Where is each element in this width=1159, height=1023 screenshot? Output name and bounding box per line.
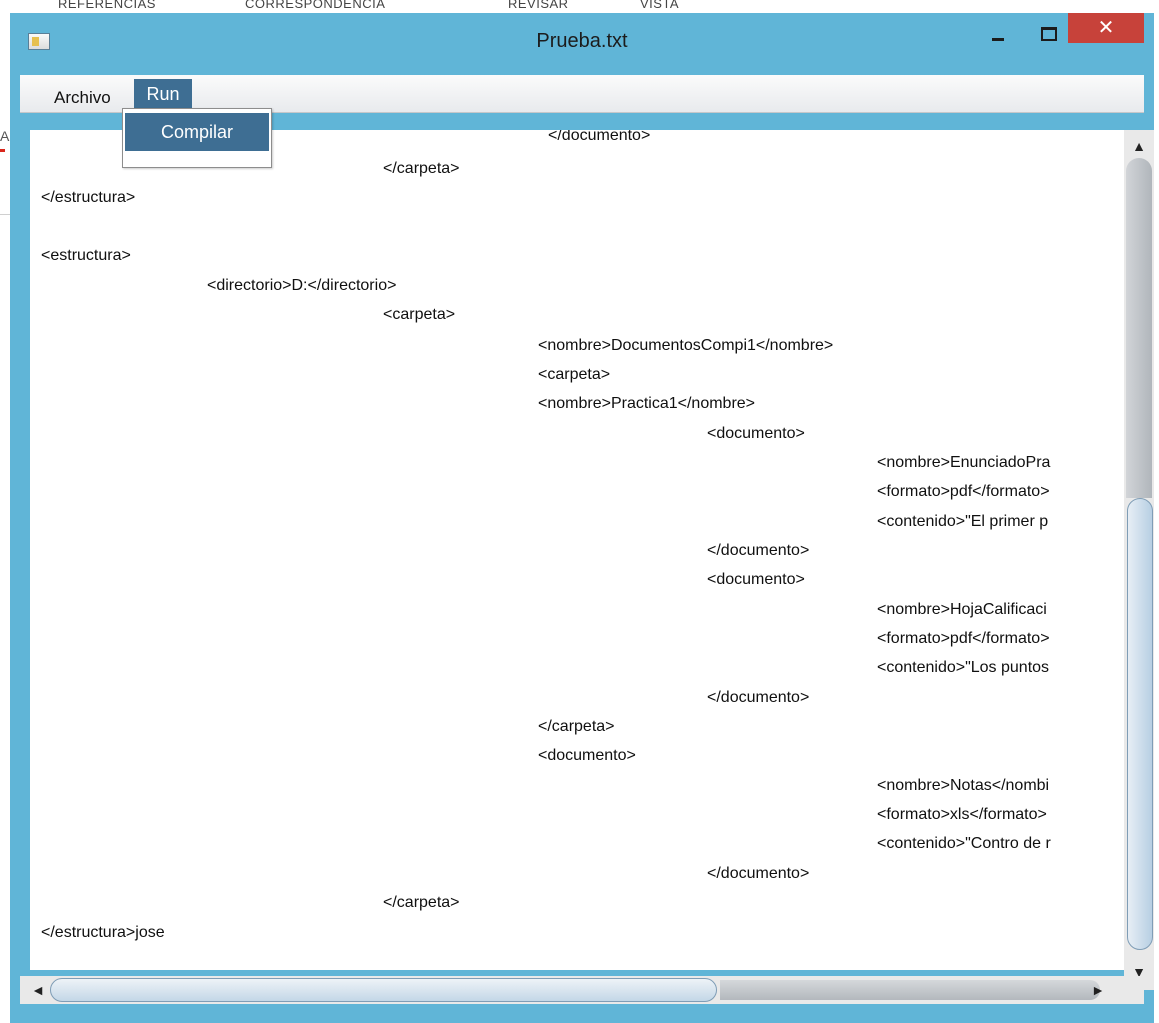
background-divider [0,214,10,215]
editor-line: <nombre>Notas</nombi [877,777,1050,794]
background-tab-revisar: REVISAR [508,0,569,11]
vertical-scroll-thumb[interactable] [1127,498,1153,950]
close-icon: ✕ [1097,17,1115,39]
text-editor-area[interactable]: </documento> </carpeta> </estructura> <e… [30,130,1132,970]
maximize-button[interactable] [1028,15,1066,43]
editor-line: <nombre>HojaCalificaci [877,601,1047,618]
editor-line: <documento> [707,425,805,442]
title-bar[interactable]: Prueba.txt ✕ [10,13,1154,70]
editor-line: <formato>pdf</formato> [877,483,1050,500]
editor-line: <carpeta> [538,366,611,383]
editor-line: <directorio>D:</directorio> [207,277,397,294]
editor-line: <documento> [538,747,636,764]
editor-line: </carpeta> [383,894,460,911]
background-tab-correspondencia: CORRESPONDENCIA [245,0,386,11]
menu-run[interactable]: Run [134,79,192,109]
editor-line: </carpeta> [383,160,460,177]
editor-line: <nombre>Practica1</nombre> [538,395,756,412]
editor-line: <contenido>"El primer p [877,513,1049,530]
horizontal-scroll-track[interactable] [720,980,1100,1000]
editor-line: <nombre>EnunciadoPra [877,454,1051,471]
background-red-underline [0,149,5,152]
editor-line: <formato>pdf</formato> [877,630,1050,647]
background-tab-vista: VISTA [640,0,680,11]
menu-archivo[interactable]: Archivo [50,87,115,109]
editor-line: </documento> [707,865,810,882]
scroll-up-arrow-icon[interactable]: ▲ [1128,134,1150,158]
editor-line: </carpeta> [538,718,615,735]
editor-line: </documento> [707,689,810,706]
editor-line: </estructura>jose [41,924,165,941]
run-dropdown-menu: Compilar [122,108,272,168]
editor-line: <estructura> [41,247,131,264]
editor-line: <carpeta> [383,306,456,323]
horizontal-scrollbar[interactable]: ◄ ► [20,976,1144,1004]
background-tab-referencias: REFERENCIAS [58,0,156,11]
menu-item-compilar[interactable]: Compilar [125,113,269,151]
editor-line: <formato>xls</formato> [877,806,1047,823]
editor-line: <contenido>"Contro de r [877,835,1051,852]
editor-line: <documento> [707,571,805,588]
vertical-scroll-track[interactable] [1126,158,1152,498]
horizontal-scroll-thumb[interactable] [50,978,717,1002]
editor-line: <contenido>"Los puntos [877,659,1050,676]
vertical-scrollbar[interactable]: ▲ ▼ [1124,130,1154,990]
scroll-right-arrow-icon[interactable]: ► [1086,978,1110,1002]
editor-line: </estructura> [41,189,136,206]
background-ribbon: REFERENCIAS CORRESPONDENCIA REVISAR VIST… [0,0,1159,14]
background-font-color-mark: A [0,128,9,154]
close-button[interactable]: ✕ [1068,13,1144,43]
background-letter: A [0,128,10,144]
minimize-button[interactable] [978,15,1016,43]
editor-line: </documento> [548,130,651,144]
scroll-left-arrow-icon[interactable]: ◄ [26,978,50,1002]
editor-line: <nombre>DocumentosCompi1</nombre> [538,337,834,354]
editor-line: </documento> [707,542,810,559]
